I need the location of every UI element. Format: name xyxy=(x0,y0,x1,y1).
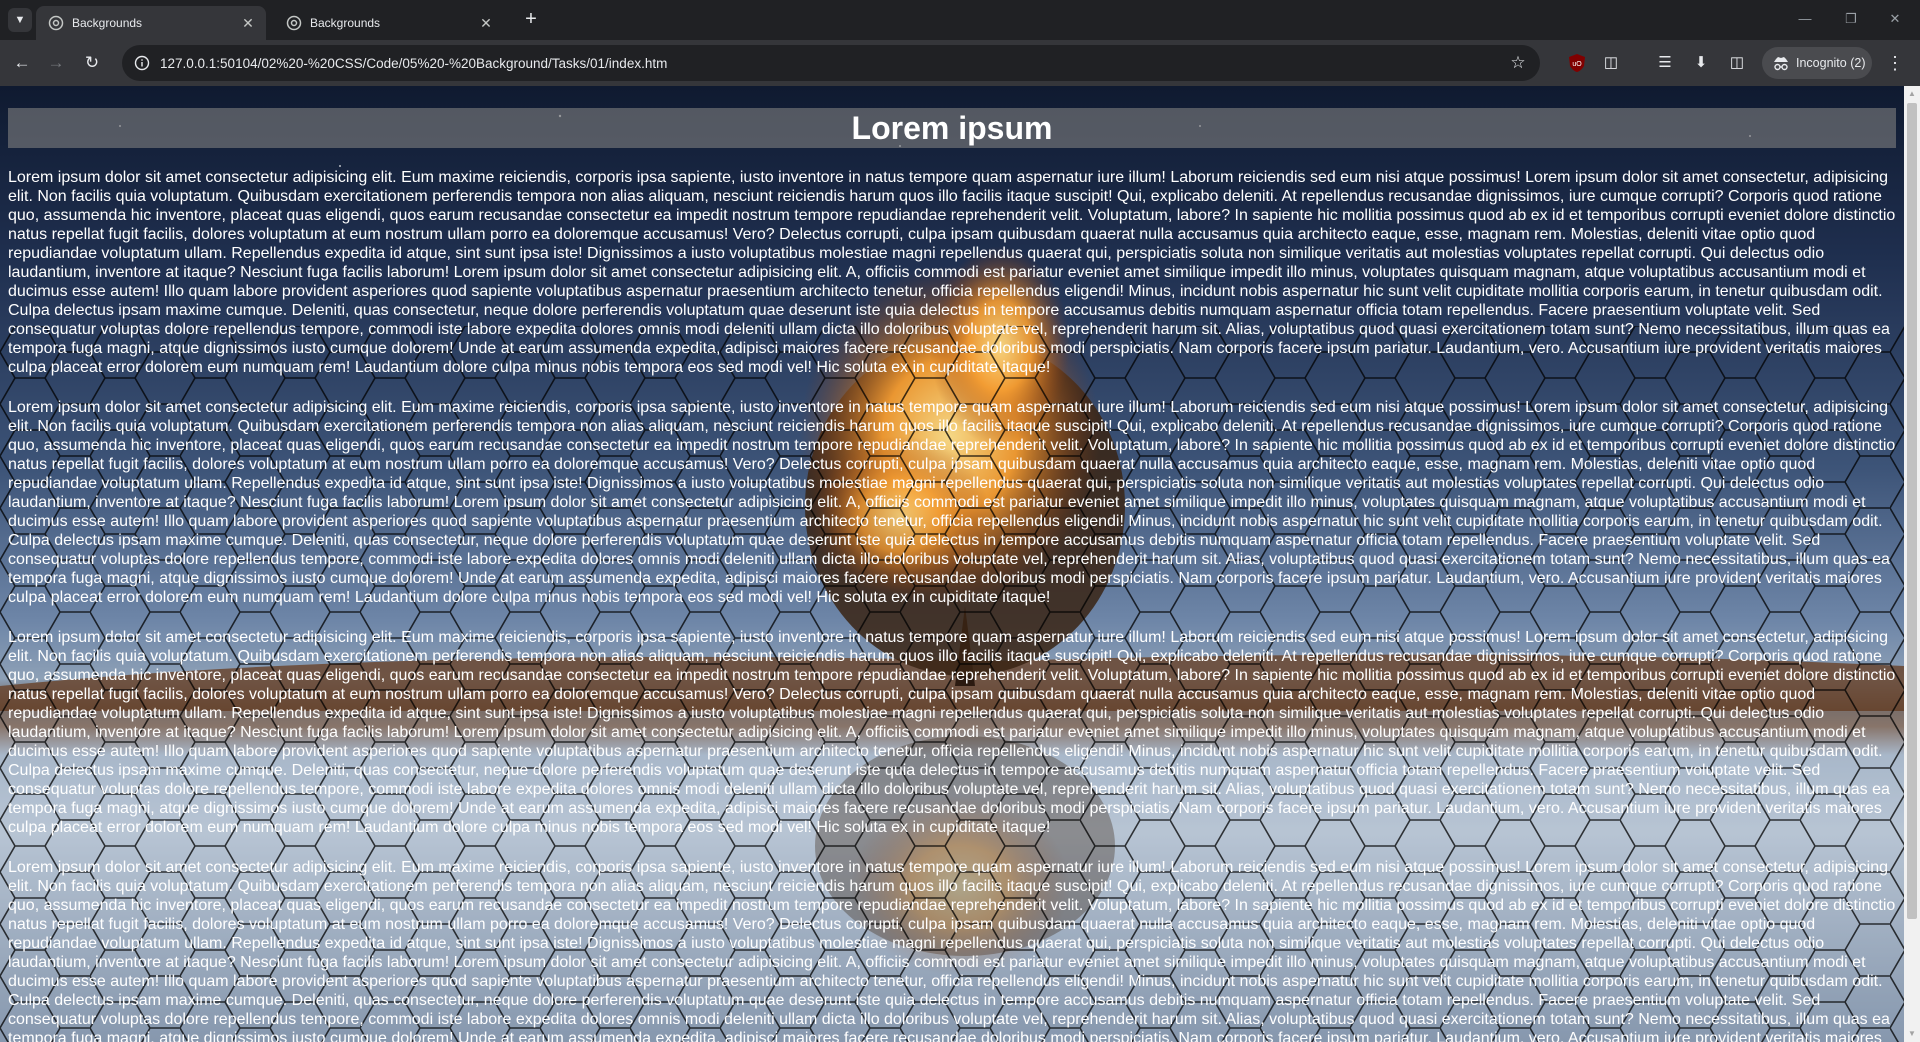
page-title: Lorem ipsum xyxy=(8,108,1896,148)
tab-backgrounds-active[interactable]: Backgrounds ✕ xyxy=(36,6,266,40)
restore-icon: ❐ xyxy=(1845,11,1857,26)
lorem-paragraph: Lorem ipsum dolor sit amet consectetur a… xyxy=(8,859,1896,1042)
incognito-label: Incognito (2) xyxy=(1796,56,1866,70)
tab-search-button[interactable]: ▼ xyxy=(8,8,32,32)
back-button[interactable]: ← xyxy=(10,51,34,75)
downloads-button[interactable]: ⬇ xyxy=(1690,52,1712,74)
page-viewport: Lorem ipsum Lorem ipsum dolor sit amet c… xyxy=(0,86,1904,1042)
scroll-down-button[interactable]: ▼ xyxy=(1904,1026,1920,1042)
incognito-indicator[interactable]: Incognito (2) xyxy=(1762,47,1872,79)
minimize-icon: — xyxy=(1798,11,1812,26)
side-panel-button[interactable]: ◫ xyxy=(1726,52,1748,74)
tab-title: Backgrounds xyxy=(72,16,143,30)
ublock-origin-icon[interactable]: uO xyxy=(1568,53,1586,73)
forward-arrow-icon: → xyxy=(47,53,65,72)
scrollbar-thumb[interactable] xyxy=(1907,103,1917,919)
restore-button[interactable]: ❐ xyxy=(1836,8,1866,30)
tab-strip: ▼ Backgrounds ✕ Backgrounds ✕ + — ❐ ✕ xyxy=(0,0,1920,40)
incognito-icon xyxy=(1774,57,1788,71)
lorem-paragraph: Lorem ipsum dolor sit amet consectetur a… xyxy=(8,629,1896,836)
minimize-button[interactable]: — xyxy=(1790,8,1820,30)
globe-icon xyxy=(48,15,64,31)
back-arrow-icon: ← xyxy=(13,53,31,72)
media-controls-icon: ☰ xyxy=(1658,54,1672,71)
browser-toolbar: ← → ↻ 127.0.0.1:50104/02%20-%20CSS/Code/… xyxy=(0,40,1920,86)
reload-icon: ↻ xyxy=(84,53,100,72)
star-icon[interactable]: ☆ xyxy=(1508,53,1528,73)
puzzle-icon: ◫ xyxy=(1603,54,1619,71)
lorem-paragraph: Lorem ipsum dolor sit amet consectetur a… xyxy=(8,169,1896,376)
extensions-button[interactable]: ◫ xyxy=(1600,52,1622,74)
lorem-paragraph: Lorem ipsum dolor sit amet consectetur a… xyxy=(8,399,1896,606)
info-icon[interactable] xyxy=(134,55,150,71)
globe-icon xyxy=(286,15,302,31)
kebab-menu-icon: ⋮ xyxy=(1886,53,1904,73)
close-icon[interactable]: ✕ xyxy=(240,15,256,31)
reload-button[interactable]: ↻ xyxy=(80,51,104,75)
tab-title: Backgrounds xyxy=(310,16,381,30)
window-close-button[interactable]: ✕ xyxy=(1880,8,1910,30)
url-text[interactable]: 127.0.0.1:50104/02%20-%20CSS/Code/05%20-… xyxy=(160,56,1508,71)
side-panel-icon: ◫ xyxy=(1729,54,1745,71)
vertical-scrollbar[interactable]: ▲ ▼ xyxy=(1904,86,1920,1042)
scroll-up-button[interactable]: ▲ xyxy=(1904,86,1920,102)
plus-icon: + xyxy=(525,8,537,30)
browser-menu-button[interactable]: ⋮ xyxy=(1884,52,1906,74)
forward-button[interactable]: → xyxy=(44,51,68,75)
svg-text:uO: uO xyxy=(1572,61,1582,68)
new-tab-button[interactable]: + xyxy=(520,9,542,31)
page-content: Lorem ipsum Lorem ipsum dolor sit amet c… xyxy=(8,86,1896,1042)
address-bar[interactable]: 127.0.0.1:50104/02%20-%20CSS/Code/05%20-… xyxy=(122,45,1540,81)
download-icon: ⬇ xyxy=(1694,54,1708,71)
close-icon: ✕ xyxy=(1889,11,1901,26)
chevron-down-icon: ▼ xyxy=(14,14,26,26)
media-controls-button[interactable]: ☰ xyxy=(1654,52,1676,74)
close-icon[interactable]: ✕ xyxy=(478,15,494,31)
tab-backgrounds[interactable]: Backgrounds ✕ xyxy=(274,6,504,40)
